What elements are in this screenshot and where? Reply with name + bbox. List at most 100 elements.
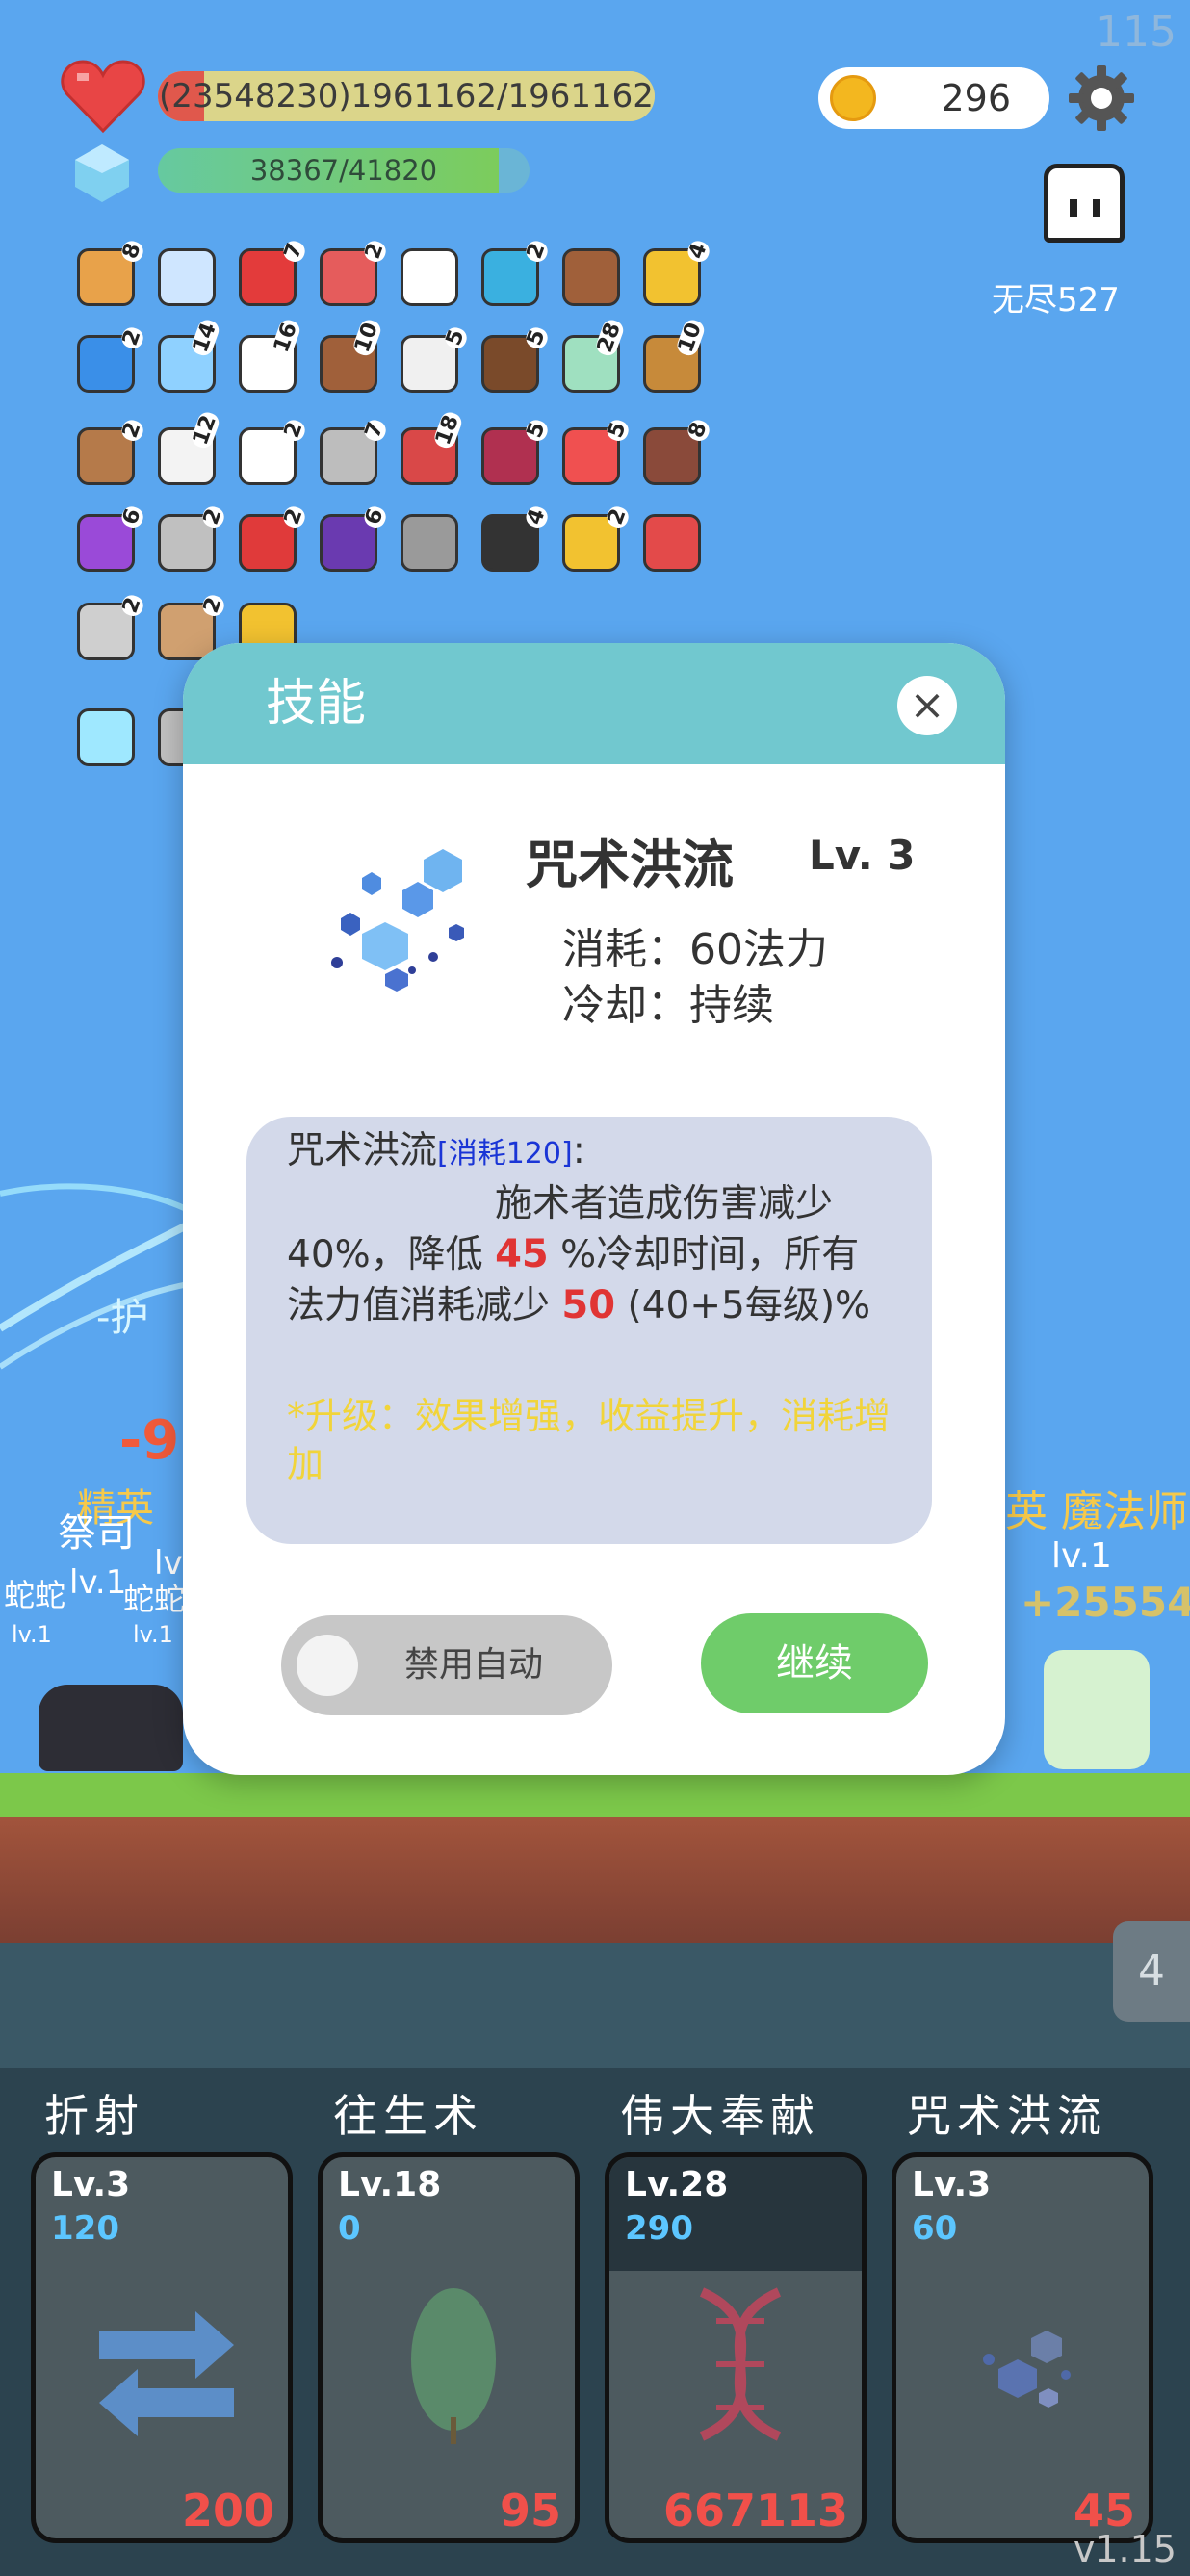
inventory-item[interactable]: 7	[233, 238, 308, 312]
inventory-item[interactable]: 2	[71, 592, 146, 666]
inventory-item[interactable]: 5	[476, 417, 551, 491]
inventory-item[interactable]: 5	[476, 324, 551, 399]
enemy-sprite-left	[39, 1685, 183, 1771]
wave-counter[interactable]: 4	[1113, 1921, 1190, 2022]
inventory-item[interactable]: 2	[152, 503, 227, 578]
skill-level: Lv.28	[625, 2165, 729, 2204]
dna-icon	[699, 2287, 782, 2441]
inventory-item[interactable]: 7	[314, 417, 389, 491]
enemy-level-a: lv.1	[69, 1563, 127, 1602]
skill-title-rebirth: 往生术	[333, 2090, 483, 2142]
spiked-mace-icon	[401, 514, 458, 572]
enemy-priest-label: 祭司	[58, 1511, 135, 1556]
inventory-item[interactable]: 5	[395, 324, 470, 399]
skill-level: Lv.18	[338, 2165, 442, 2204]
skill-mana-cost: 290	[625, 2209, 693, 2248]
inventory-item[interactable]	[556, 241, 628, 312]
fps-counter: 115	[1096, 8, 1177, 57]
item-count: 18	[431, 410, 465, 451]
desc-value2: 50	[561, 1283, 616, 1327]
leaf-icon	[411, 2288, 496, 2444]
inventory-item[interactable]: 8	[71, 238, 146, 312]
coin-value: 296	[941, 77, 1011, 119]
desc-part3: (40+5每级)%	[627, 1284, 871, 1327]
continue-button[interactable]: 继续	[701, 1613, 928, 1713]
skill-cooldown: 冷却：持续	[562, 981, 774, 1030]
inventory-item[interactable]: 10	[637, 318, 709, 399]
hexagons-icon	[983, 2331, 1071, 2408]
inventory-item[interactable]: 2	[71, 417, 146, 491]
hearts-icon	[643, 514, 701, 572]
skill-card-spell-torrent[interactable]: Lv.3 60 45	[892, 2152, 1153, 2543]
item-count: 10	[674, 318, 708, 358]
inventory-item[interactable]: 12	[152, 410, 223, 491]
item-count: 12	[189, 410, 222, 451]
treasure-chest-icon	[562, 248, 620, 306]
skill-mana-cost: 60	[912, 2209, 958, 2248]
upgrade-note: *升级：效果增强，收益提升，消耗增加	[287, 1395, 892, 1485]
ghost-icon[interactable]	[1044, 164, 1125, 243]
skill-card-rebirth[interactable]: Lv.18 0 95	[318, 2152, 580, 2543]
skill-card-refraction[interactable]: Lv.3 120 200	[31, 2152, 293, 2543]
crystal-icon	[75, 144, 129, 202]
gear-icon[interactable]	[1067, 64, 1136, 133]
inventory-item[interactable]: 2	[233, 417, 308, 491]
mana-bar: 38367/41820	[158, 148, 530, 193]
skill-title-devotion: 伟大奉献	[620, 2090, 820, 2142]
enemy-mage-level: lv.1	[1051, 1536, 1112, 1576]
inventory-item[interactable]: 6	[71, 503, 146, 578]
skill-cost: 消耗：60法力	[562, 925, 828, 974]
hp-text: (23548230)1961162/1961162	[159, 77, 654, 116]
toggle-knob[interactable]	[297, 1635, 358, 1696]
skill-mana-cost: 0	[338, 2209, 361, 2248]
inventory-item[interactable]: 8	[637, 417, 712, 491]
inventory-item[interactable]: 10	[314, 318, 385, 399]
snake-level-a: lv.1	[12, 1621, 52, 1648]
inventory-item[interactable]	[637, 506, 709, 578]
inventory-item[interactable]: 16	[233, 318, 304, 399]
snake-label-a: 蛇蛇	[4, 1577, 66, 1613]
inventory-item[interactable]: 2	[556, 503, 632, 578]
skill-level: Lv.3	[912, 2165, 992, 2204]
ring-chain-icon	[401, 248, 458, 306]
skill-description: 咒术洪流[消耗120]: 施术者造成伤害减少40%，降低 45 %冷却时间，所有…	[287, 1126, 884, 1331]
hexagons-icon	[331, 849, 464, 992]
inventory-item[interactable]	[395, 241, 466, 312]
inventory-item[interactable]	[71, 701, 142, 772]
item-count: 10	[350, 318, 384, 358]
skill-card-devotion[interactable]: Lv.28 290 667113	[605, 2152, 867, 2543]
hp-bar: (23548230)1961162/1961162	[158, 71, 655, 121]
dialog-title: 技能	[266, 675, 367, 733]
endless-level-label: 无尽527	[992, 281, 1120, 320]
heart-icon	[61, 60, 145, 134]
enemy-sprite-right	[1044, 1650, 1150, 1769]
skill-number: 95	[499, 2485, 561, 2537]
inventory-item[interactable]: 4	[476, 503, 551, 578]
magnifier-icon	[158, 248, 216, 306]
skill-dialog: 技能 × 咒术洪流 Lv. 3 消耗：60法力 冷却：持续 咒术洪流[消耗120…	[183, 643, 1005, 1775]
skill-level: Lv.3	[51, 2165, 131, 2204]
inventory-item[interactable]: 2	[71, 324, 146, 399]
inventory-item[interactable]: 5	[556, 417, 632, 491]
desc-cost: [消耗120]	[437, 1137, 573, 1171]
snake-level-b: lv.1	[133, 1621, 173, 1648]
inventory-item[interactable]	[152, 241, 223, 312]
inventory-item[interactable]	[395, 506, 466, 578]
inventory-item[interactable]: 18	[395, 410, 466, 491]
mana-text: 38367/41820	[249, 154, 438, 187]
glowing-tile-icon	[77, 708, 135, 766]
inventory-item[interactable]: 2	[314, 238, 389, 312]
inventory-item[interactable]: 2	[476, 238, 551, 312]
inventory-item[interactable]: 28	[556, 318, 628, 399]
inventory-item[interactable]: 6	[314, 503, 389, 578]
inventory-item[interactable]: 2	[233, 503, 308, 578]
skill-name: 咒术洪流	[526, 835, 734, 895]
close-icon[interactable]: ×	[897, 676, 957, 735]
version-label: v1.15	[1073, 2528, 1177, 2570]
heal-number: +25554	[1021, 1579, 1190, 1626]
damage-text: -9	[119, 1409, 180, 1472]
disable-auto-toggle[interactable]: 禁用自动	[281, 1615, 612, 1715]
inventory-item[interactable]: 4	[637, 238, 712, 312]
inventory-item[interactable]: 14	[152, 318, 223, 399]
coin-counter: 296	[818, 67, 1049, 129]
